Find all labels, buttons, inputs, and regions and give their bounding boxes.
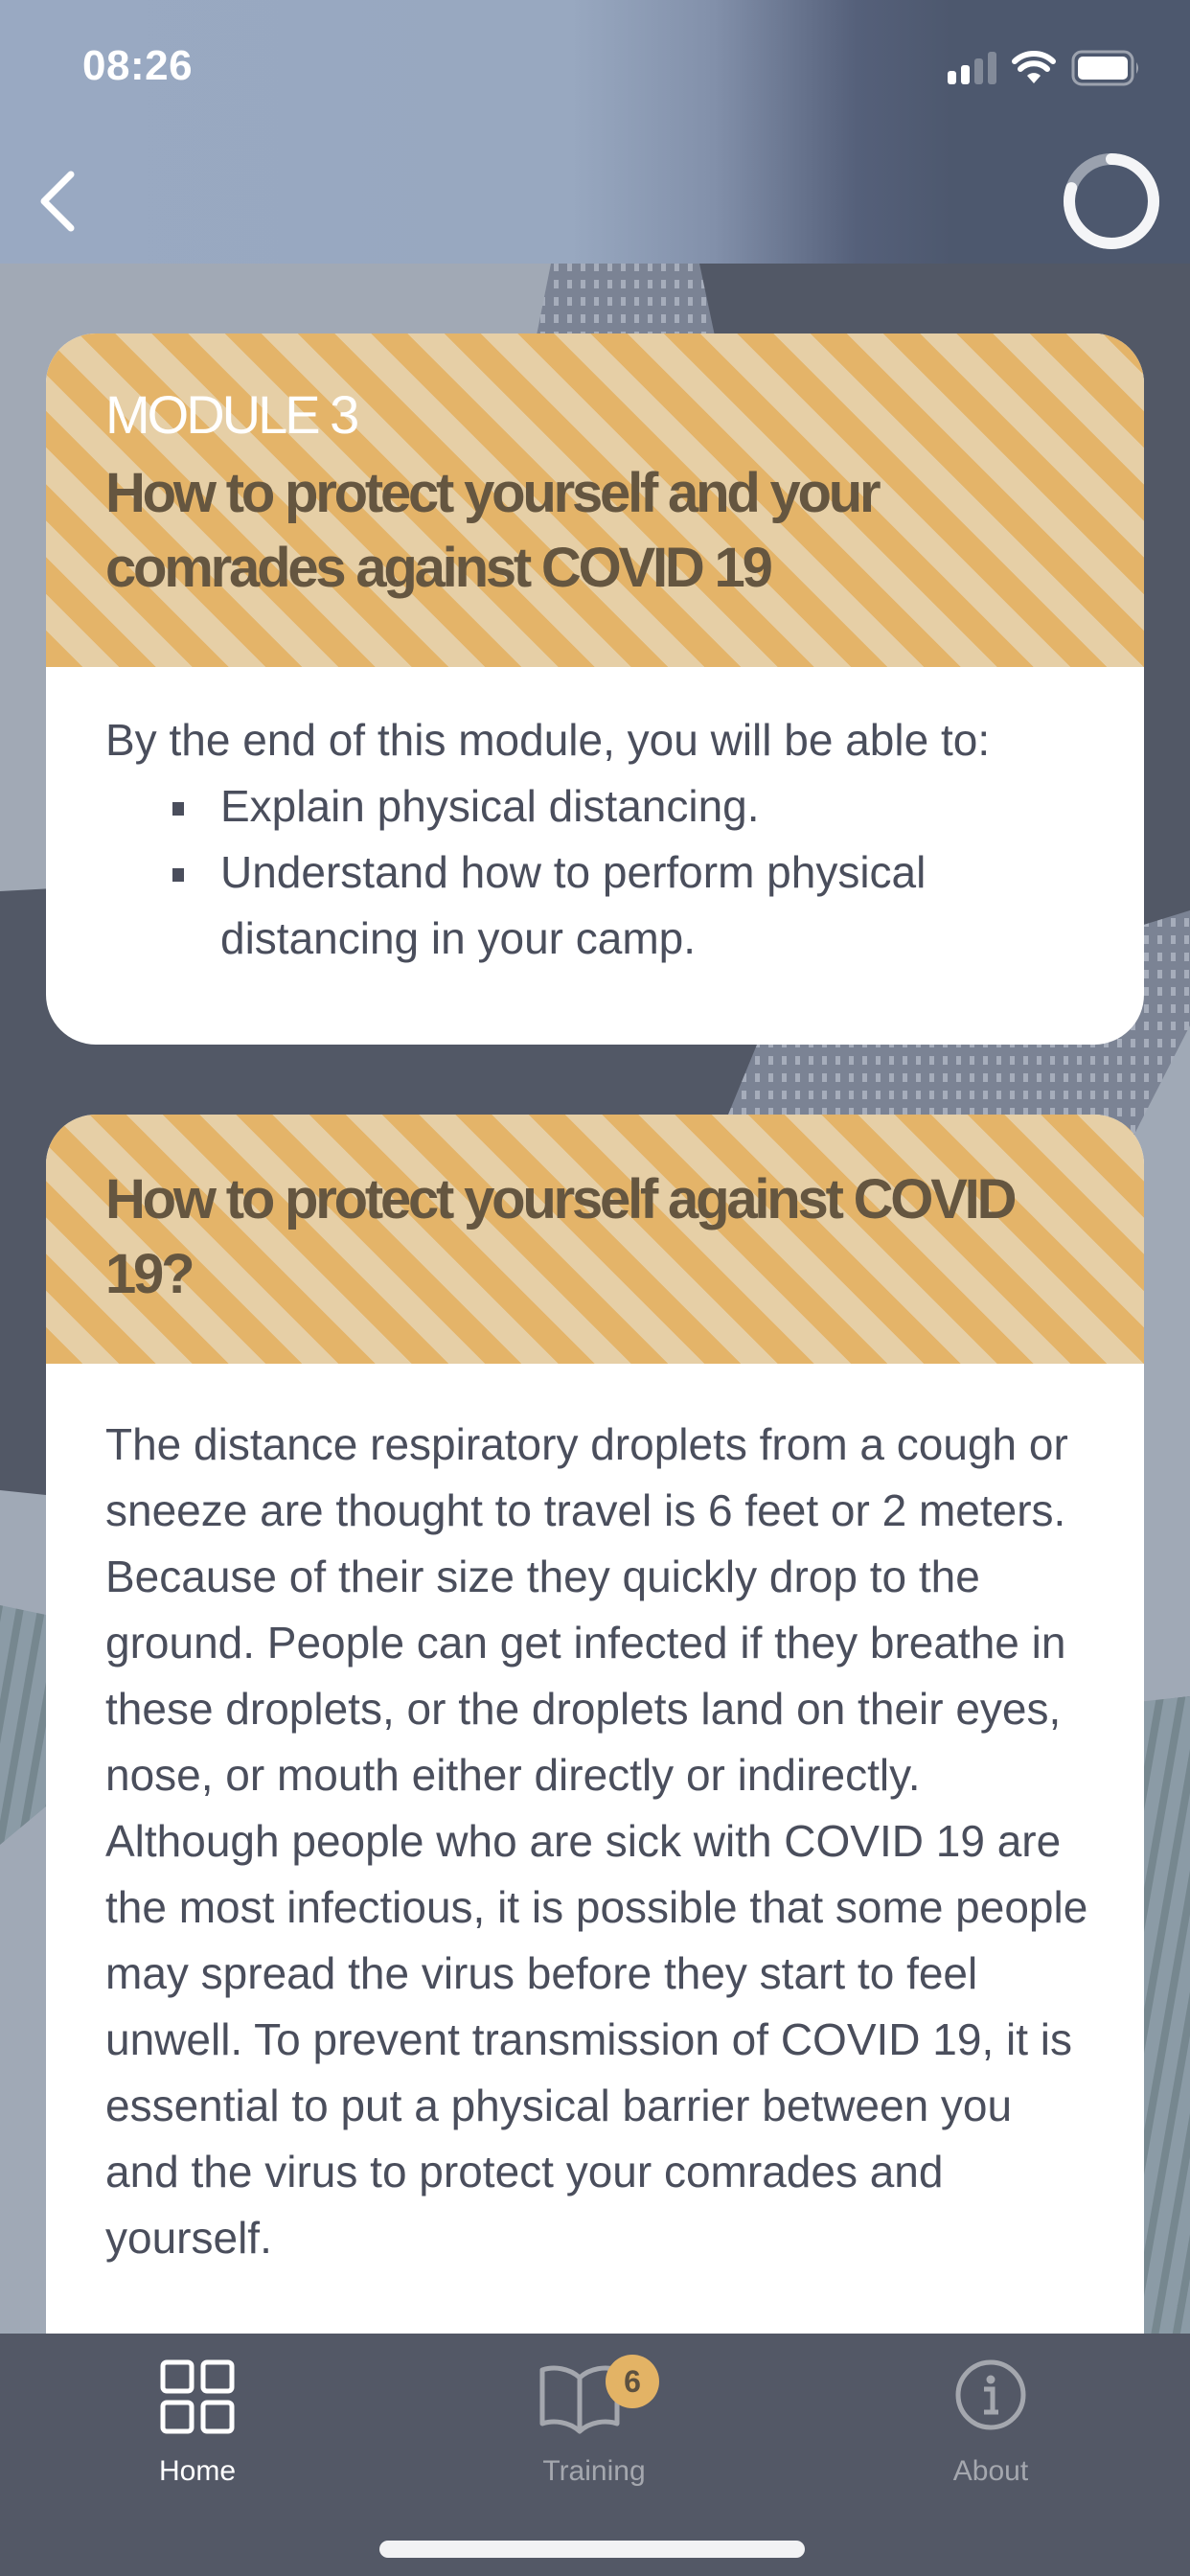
card-body: By the end of this module, you will be a… xyxy=(46,667,1144,972)
objective-item: Explain physical distancing. xyxy=(172,773,1085,840)
battery-full-icon xyxy=(1071,50,1138,86)
objectives-intro: By the end of this module, you will be a… xyxy=(105,715,991,765)
objectives-list: Explain physical distancing. Understand … xyxy=(105,773,1085,972)
tab-about[interactable]: About xyxy=(895,2343,1087,2487)
grid-icon xyxy=(160,2359,235,2434)
module-progress-ring xyxy=(1062,151,1161,251)
wifi-icon xyxy=(1012,51,1056,83)
tab-home-label: Home xyxy=(158,2455,237,2487)
training-badge: 6 xyxy=(606,2355,659,2408)
module-label: MODULE 3 xyxy=(105,384,359,445)
module-intro-card: MODULE 3 How to protect yourself and you… xyxy=(46,334,1144,1045)
lesson-card: How to protect yourself against COVID 19… xyxy=(46,1115,1144,2360)
cellular-signal-icon xyxy=(948,52,996,84)
module-title: How to protect yourself and your comrade… xyxy=(105,462,881,599)
chevron-left-icon xyxy=(40,171,75,232)
info-icon xyxy=(955,2359,1026,2430)
tab-training-label: Training xyxy=(542,2455,646,2487)
back-button[interactable] xyxy=(29,163,86,240)
card-header: How to protect yourself against COVID 19… xyxy=(46,1115,1144,1364)
tab-home[interactable]: Home xyxy=(102,2343,293,2487)
lesson-body: The distance respiratory droplets from a… xyxy=(105,1419,1088,2263)
card-header: MODULE 3 How to protect yourself and you… xyxy=(46,334,1144,667)
top-header: 08:26 xyxy=(0,0,1190,264)
home-indicator[interactable] xyxy=(379,2541,805,2558)
status-icons xyxy=(948,50,1142,86)
objective-item: Understand how to perform physical dista… xyxy=(172,840,1085,972)
tab-about-label: About xyxy=(952,2455,1029,2487)
status-time: 08:26 xyxy=(82,42,194,89)
progress-ring-icon xyxy=(1064,153,1159,249)
lesson-title: How to protect yourself against COVID 19… xyxy=(105,1168,1017,1305)
tab-training[interactable]: 6 Training xyxy=(498,2343,690,2487)
